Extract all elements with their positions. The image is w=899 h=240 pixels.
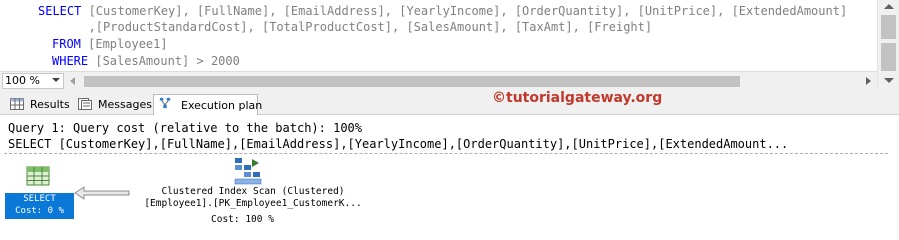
select-icon[interactable]: [26, 166, 50, 186]
scan-node-object: [Employee1].[PK_Employee1_CustomerK...: [144, 198, 362, 209]
tab-results-label: Results: [30, 98, 70, 111]
chevron-down-icon[interactable]: [52, 78, 60, 82]
select-columns: [CustomerKey], [FullName], [EmailAddress…: [81, 4, 848, 18]
scroll-right-icon[interactable]: [866, 77, 871, 85]
query-text-line: SELECT [CustomerKey],[FullName],[EmailAd…: [8, 137, 789, 151]
where-condition: [SalesAmount] > 2000: [88, 54, 240, 68]
select-operator-node[interactable]: SELECT Cost: 0 %: [5, 193, 74, 219]
scroll-up-icon[interactable]: [884, 4, 894, 9]
tab-execution-plan[interactable]: Execution plan: [153, 94, 262, 115]
scroll-left-icon[interactable]: [70, 77, 75, 85]
results-tab-bar: Results Messages Execution plan: [0, 90, 899, 115]
from-keyword: FROM: [52, 37, 81, 51]
scan-node-title: Clustered Index Scan (Clustered): [161, 186, 345, 197]
zoom-status-bar: 100 %: [0, 71, 877, 90]
clustered-index-scan-node[interactable]: Clustered Index Scan (Clustered) [Employ…: [128, 186, 378, 210]
horizontal-scrollbar-thumb[interactable]: [84, 76, 740, 87]
tab-execution-plan-label: Execution plan: [181, 99, 263, 112]
from-table: [Employee1]: [80, 37, 168, 51]
watermark: ©tutorialgateway.org: [492, 90, 663, 106]
tab-messages[interactable]: Messages: [74, 94, 152, 115]
select-keyword: SELECT: [38, 4, 82, 18]
plan-header: Query 1: Query cost (relative to the bat…: [4, 118, 888, 154]
code-line-2: ,[ProductStandardCost], [TotalProductCos…: [38, 19, 653, 36]
clustered-index-scan-icon[interactable]: [233, 156, 263, 186]
query-editor[interactable]: SELECT [CustomerKey], [FullName], [Email…: [0, 0, 877, 71]
tab-results[interactable]: Results: [6, 94, 70, 115]
where-keyword: WHERE: [52, 54, 89, 68]
messages-icon: [78, 98, 92, 110]
data-flow-arrow-icon: [74, 186, 130, 200]
scrollbar-thumb[interactable]: [881, 15, 896, 39]
editor-vertical-scrollbar[interactable]: [877, 0, 899, 90]
select-columns-continued: ,[ProductStandardCost], [TotalProductCos…: [38, 20, 653, 34]
scan-node-cost: Cost: 100 %: [211, 214, 274, 225]
zoom-value: 100 %: [5, 74, 40, 87]
code-line-1: SELECT [CustomerKey], [FullName], [Email…: [38, 3, 847, 20]
grid-icon: [10, 98, 24, 110]
query-cost-line: Query 1: Query cost (relative to the bat…: [8, 121, 363, 135]
scrollbar-track-segment[interactable]: [881, 43, 896, 71]
execution-plan-pane[interactable]: Query 1: Query cost (relative to the bat…: [0, 115, 899, 228]
select-node-label: SELECT: [23, 194, 56, 204]
scroll-down-icon[interactable]: [884, 78, 894, 83]
tab-messages-label: Messages: [98, 98, 152, 111]
execution-plan-icon: [159, 97, 171, 109]
select-node-cost: Cost: 0 %: [15, 206, 64, 216]
code-line-3: FROM [Employee1]: [52, 36, 168, 53]
code-line-4: WHERE [SalesAmount] > 2000: [52, 53, 240, 70]
